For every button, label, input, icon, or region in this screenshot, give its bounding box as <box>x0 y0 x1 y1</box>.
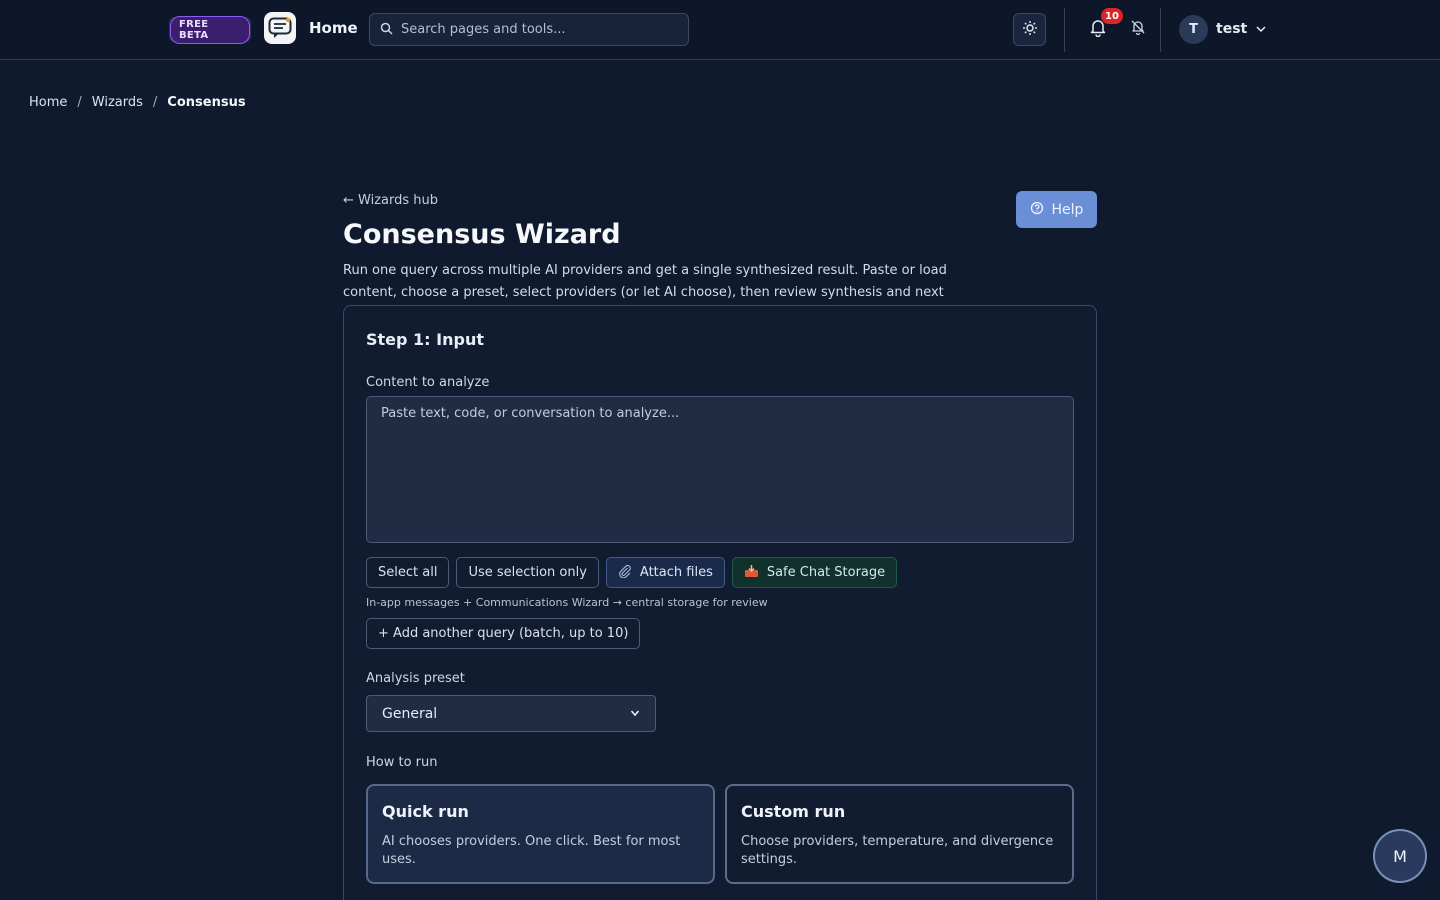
preset-label: Analysis preset <box>366 671 465 686</box>
custom-run-description: Choose providers, temperature, and diver… <box>741 834 1054 867</box>
inbox-tray-icon <box>744 564 759 582</box>
top-bar: FREE BETA Home Search pages and tools...… <box>0 0 1440 60</box>
step-title: Step 1: Input <box>366 330 484 349</box>
divider <box>1064 8 1065 52</box>
mute-notifications-button[interactable] <box>1129 20 1147 38</box>
notification-count-badge: 10 <box>1101 8 1123 24</box>
analysis-preset-select[interactable]: General <box>366 695 656 732</box>
help-button[interactable]: Help <box>1016 191 1097 228</box>
breadcrumb-separator: / <box>152 95 158 110</box>
step-1-card: Step 1: Input Content to analyze Select … <box>343 305 1097 900</box>
help-label: Help <box>1051 201 1084 218</box>
quick-run-option[interactable]: Quick run AI chooses providers. One clic… <box>366 784 715 884</box>
breadcrumb-separator: / <box>77 95 82 110</box>
content-actions: Select all Use selection only Attach fil… <box>366 557 898 588</box>
beta-label: FREE BETA <box>170 15 250 44</box>
preset-value: General <box>382 705 438 722</box>
back-to-wizards-hub-link[interactable]: ← Wizards hub <box>343 193 438 208</box>
quick-run-title: Quick run <box>382 802 469 821</box>
paperclip-icon <box>618 564 632 582</box>
search-box[interactable] <box>369 13 689 46</box>
add-query-button[interactable]: + Add another query (batch, up to 10) <box>366 618 641 649</box>
app-logo-icon[interactable] <box>264 12 296 44</box>
theme-toggle-button[interactable] <box>1013 13 1046 46</box>
beta-badge: FREE BETA <box>169 15 251 44</box>
attach-files-button[interactable]: Attach files <box>605 557 725 588</box>
select-all-button[interactable]: Select all <box>366 557 450 588</box>
floating-assistant-button[interactable]: M <box>1373 829 1427 883</box>
custom-run-option[interactable]: Custom run Choose providers, temperature… <box>725 784 1074 884</box>
chevron-down-icon <box>1255 20 1267 39</box>
how-to-run-label: How to run <box>366 755 438 770</box>
attach-files-label: Attach files <box>639 565 713 580</box>
home-link[interactable]: Home <box>309 19 358 37</box>
breadcrumb-wizards[interactable]: Wizards <box>92 95 143 110</box>
safe-chat-label: Safe Chat Storage <box>766 565 886 580</box>
user-name: test <box>1216 21 1248 37</box>
search-icon <box>380 20 393 39</box>
breadcrumb-home[interactable]: Home <box>29 95 67 110</box>
search-input[interactable] <box>401 22 681 37</box>
content-textarea[interactable] <box>366 396 1074 543</box>
breadcrumb: Home / Wizards / Consensus <box>29 95 246 110</box>
user-menu-button[interactable]: T test <box>1179 14 1267 44</box>
storage-hint: In-app messages + Communications Wizard … <box>366 596 768 609</box>
page-title: Consensus Wizard <box>343 219 621 250</box>
custom-run-title: Custom run <box>741 802 846 821</box>
content-label: Content to analyze <box>366 375 490 390</box>
bell-off-icon <box>1130 19 1146 39</box>
divider <box>1160 8 1161 52</box>
help-circle-icon <box>1030 201 1044 219</box>
avatar: T <box>1179 14 1208 44</box>
sun-icon <box>1022 20 1038 40</box>
safe-chat-storage-button[interactable]: Safe Chat Storage <box>731 557 898 588</box>
chevron-down-icon <box>630 706 640 722</box>
breadcrumb-current: Consensus <box>167 95 246 110</box>
use-selection-button[interactable]: Use selection only <box>456 557 599 588</box>
quick-run-description: AI chooses providers. One click. Best fo… <box>382 834 681 867</box>
